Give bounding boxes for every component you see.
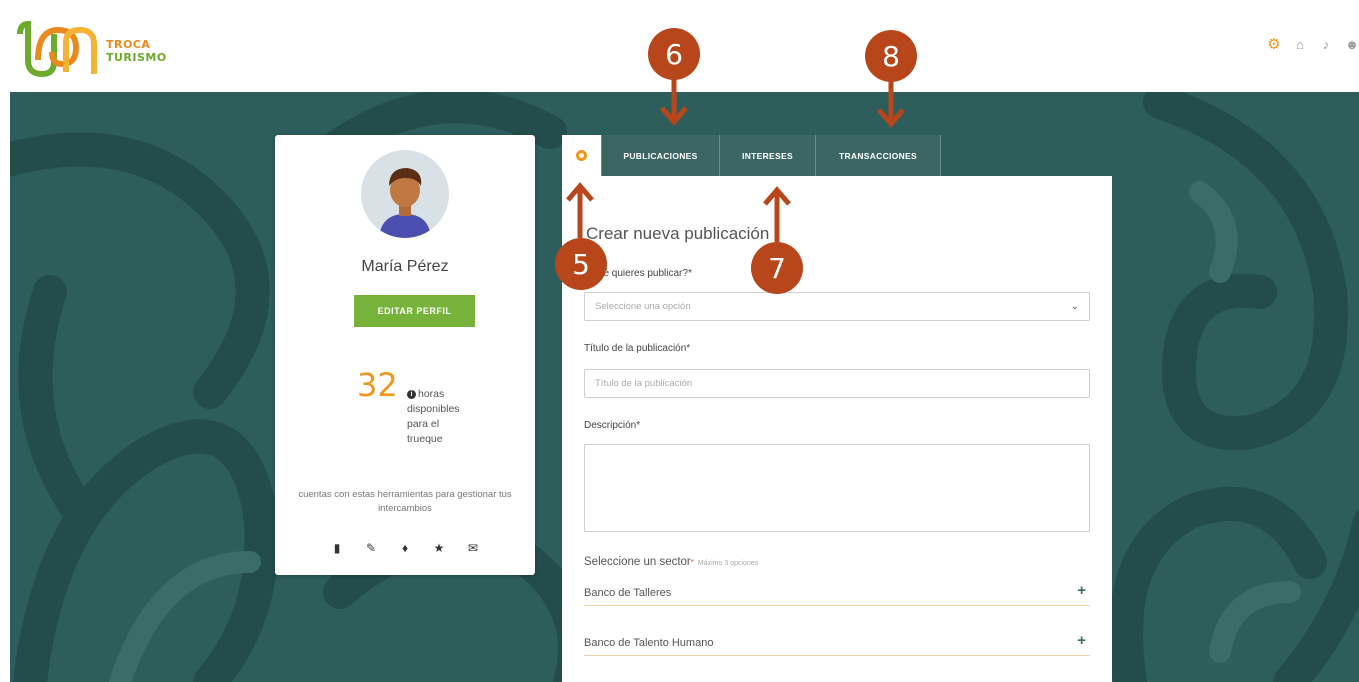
edit-profile-button[interactable]: EDITAR PERFIL: [354, 295, 475, 327]
mobile-icon[interactable]: ▮: [329, 541, 345, 555]
description-textarea[interactable]: [584, 444, 1090, 532]
callout-6: 6: [648, 28, 700, 80]
hours-count: 32: [357, 366, 398, 404]
type-select[interactable]: Seleccione una opción ⌄: [584, 292, 1090, 321]
brand-name: TROCA TURISMO: [106, 38, 167, 64]
plus-icon[interactable]: +: [1077, 632, 1086, 649]
callout-8: 8: [865, 30, 917, 82]
create-publication-panel: Crear nueva publicación ¿Qué quieres pub…: [562, 176, 1112, 682]
logo-mark-icon: [17, 20, 97, 78]
top-nav-icons: ⚙ ⌂ ♪ ☻: [1267, 37, 1359, 52]
profile-name: María Pérez: [361, 258, 449, 275]
home-icon[interactable]: ⌂: [1293, 38, 1307, 52]
profile-tabs: PUBLICACIONES INTERESES TRANSACCIONES: [562, 135, 941, 176]
title-input-placeholder: Título de la publicación: [595, 378, 693, 389]
edit-icon[interactable]: ✎: [363, 541, 379, 555]
info-icon[interactable]: i: [407, 389, 416, 399]
user-avatar-icon: [379, 168, 431, 238]
plus-icon[interactable]: +: [1077, 582, 1086, 599]
sector-label: Seleccione un sector* Máximo 3 opciones: [584, 556, 758, 568]
bell-icon[interactable]: ♪: [1319, 38, 1333, 52]
tab-transacciones[interactable]: TRANSACCIONES: [816, 135, 941, 176]
title-input[interactable]: Título de la publicación: [584, 369, 1090, 398]
user-icon[interactable]: ☻: [1345, 38, 1359, 52]
chevron-down-icon: ⌄: [1070, 301, 1079, 312]
hours-info: i horas disponibles para el trueque: [407, 387, 467, 447]
arrow-down-icon: [877, 80, 905, 128]
arrow-up-icon: [763, 186, 791, 242]
profile-card: María Pérez EDITAR PERFIL 32 i horas disp…: [275, 135, 535, 575]
tab-intereses[interactable]: INTERESES: [720, 135, 816, 176]
arrow-up-icon: [566, 182, 594, 238]
profile-tools: ▮ ✎ ♦ ★ ✉: [329, 541, 481, 555]
sector-item-label: Banco de Talento Humano: [584, 636, 714, 649]
bell-icon[interactable]: ♦: [397, 541, 413, 555]
callout-7: 7: [751, 242, 803, 294]
sector-hint: Máximo 3 opciones: [697, 560, 759, 567]
sector-item-banco-talento-humano[interactable]: Banco de Talento Humano +: [584, 630, 1090, 656]
avatar: [361, 150, 449, 238]
callout-5: 5: [555, 238, 607, 290]
type-select-value: Seleccione una opción: [595, 301, 691, 312]
gear-icon[interactable]: ⚙: [1267, 37, 1281, 52]
form-title: Crear nueva publicación: [586, 224, 770, 243]
tools-description: cuentas con estas herramientas para gest…: [298, 489, 512, 514]
logo[interactable]: TROCA TURISMO: [14, 20, 184, 84]
gear-icon: [576, 150, 587, 161]
description-label: Descripción*: [584, 420, 641, 431]
sector-label-text: Seleccione un sector: [584, 556, 691, 568]
sector-item-label: Banco de Talleres: [584, 586, 672, 599]
title-label: Título de la publicación*: [584, 343, 691, 354]
brand-line-1: TROCA: [106, 38, 151, 51]
tab-settings[interactable]: [562, 135, 602, 176]
brand-line-2: TURISMO: [106, 51, 167, 64]
star-icon[interactable]: ★: [431, 541, 447, 555]
arrow-down-icon: [660, 78, 688, 126]
mail-icon[interactable]: ✉: [465, 541, 481, 555]
required-mark: *: [690, 558, 694, 567]
sector-item-banco-talleres[interactable]: Banco de Talleres +: [584, 580, 1090, 606]
tab-publicaciones[interactable]: PUBLICACIONES: [602, 135, 720, 176]
